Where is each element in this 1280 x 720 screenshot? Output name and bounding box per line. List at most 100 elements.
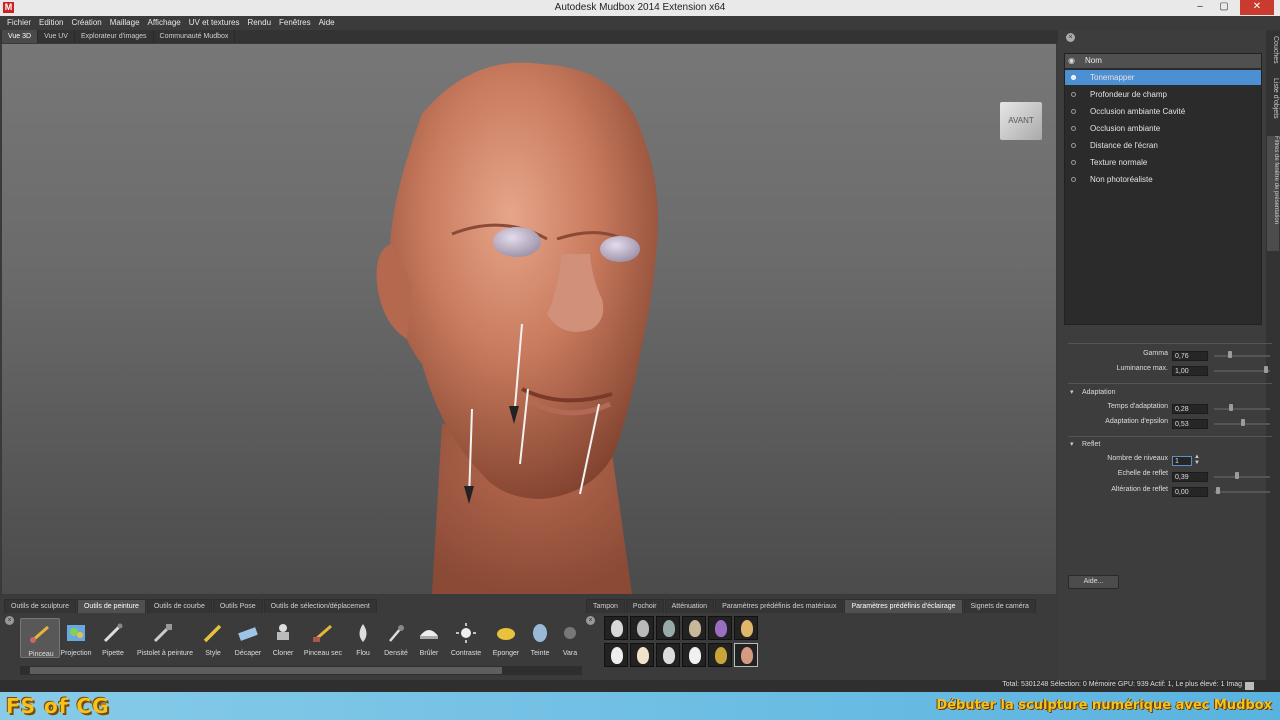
menu-bar: Fichier Edition Création Maillage Affich… (0, 16, 1280, 30)
tool-tray-scrollbar[interactable] (20, 666, 582, 675)
tab-materiaux[interactable]: Paramètres prédéfinis des matériaux (715, 599, 844, 613)
echelle-reflet-slider[interactable] (1214, 476, 1270, 478)
lighting-preset-thumbnail[interactable] (604, 643, 628, 667)
adaptation-epsilon-handle[interactable] (1241, 419, 1245, 426)
3d-viewport[interactable]: AVANT (2, 44, 1056, 594)
lighting-preset-thumbnail[interactable] (708, 643, 732, 667)
menu-affichage[interactable]: Affichage (144, 16, 185, 30)
collapse-triangle-icon[interactable]: ▾ (1070, 440, 1074, 448)
side-tab-filtres[interactable]: Filtres de fenêtre de présentation (1267, 136, 1279, 251)
toggle-dot-icon[interactable] (1071, 109, 1076, 114)
airbrush-icon (153, 624, 172, 643)
gamma-slider-handle[interactable] (1228, 351, 1232, 358)
nombre-niveaux-field[interactable]: 1 (1172, 456, 1192, 466)
tab-communaute-mudbox[interactable]: Communauté Mudbox (154, 30, 236, 43)
tool-pipette[interactable]: Pipette (93, 618, 133, 658)
maximize-icon[interactable]: ▢ (1212, 0, 1236, 15)
lighting-preset-thumbnail[interactable] (734, 616, 758, 640)
tab-outils-pose[interactable]: Outils Pose (212, 599, 263, 613)
gamma-slider[interactable] (1214, 355, 1270, 357)
menu-edition[interactable]: Edition (35, 16, 67, 30)
pencil-icon (203, 624, 222, 643)
tab-signets-camera[interactable]: Signets de caméra (963, 599, 1036, 613)
lighting-preset-thumbnail[interactable] (682, 643, 706, 667)
alteration-reflet-label: Altération de reflet (1111, 486, 1168, 493)
filter-item-non-photorealiste[interactable]: Non photoréaliste (1065, 172, 1261, 187)
menu-aide[interactable]: Aide (315, 16, 339, 30)
menu-creation[interactable]: Création (67, 16, 105, 30)
luminance-slider[interactable] (1214, 370, 1270, 372)
lighting-preset-thumbnail[interactable] (708, 616, 732, 640)
panel-close-icon[interactable]: × (1066, 33, 1075, 42)
echelle-reflet-field[interactable]: 0,39 (1172, 472, 1208, 482)
tab-outils-selection[interactable]: Outils de sélection/déplacement (263, 599, 377, 613)
toggle-dot-icon[interactable] (1071, 177, 1076, 182)
toggle-dot-icon[interactable] (1071, 75, 1076, 80)
menu-fichier[interactable]: Fichier (3, 16, 35, 30)
luminance-field[interactable]: 1,00 (1172, 366, 1208, 376)
menu-fenetres[interactable]: Fenêtres (275, 16, 315, 30)
lighting-preset-thumbnail-selected[interactable] (734, 643, 758, 667)
tray-close-icon[interactable]: × (5, 616, 14, 625)
close-icon[interactable]: ✕ (1240, 0, 1274, 15)
help-button[interactable]: Aide... (1068, 575, 1119, 589)
filter-item-profondeur[interactable]: Profondeur de champ (1065, 87, 1261, 102)
luminance-slider-handle[interactable] (1264, 366, 1268, 373)
adaptation-epsilon-field[interactable]: 0,53 (1172, 419, 1208, 429)
dry-brush-icon (313, 624, 332, 642)
eyedropper-icon (103, 623, 123, 643)
tab-attenuation[interactable]: Atténuation (664, 599, 715, 613)
menu-maillage[interactable]: Maillage (106, 16, 144, 30)
filter-item-distance[interactable]: Distance de l'écran (1065, 138, 1261, 153)
menu-rendu[interactable]: Rendu (243, 16, 275, 30)
tab-pochoir[interactable]: Pochoir (625, 599, 664, 613)
lighting-preset-thumbnail[interactable] (656, 616, 680, 640)
lighting-preset-thumbnail[interactable] (656, 643, 680, 667)
toggle-dot-icon[interactable] (1071, 143, 1076, 148)
gamma-field[interactable]: 0,76 (1172, 351, 1208, 361)
adaptation-section-title[interactable]: Adaptation (1082, 389, 1115, 396)
echelle-reflet-handle[interactable] (1235, 472, 1239, 479)
viewcube-icon[interactable]: AVANT (1000, 102, 1042, 140)
spinner-arrows-icon[interactable]: ▲ ▼ (1194, 454, 1200, 466)
column-name-header: Nom (1085, 56, 1102, 65)
alteration-reflet-slider[interactable] (1214, 491, 1270, 493)
filter-item-texture-normale[interactable]: Texture normale (1065, 155, 1261, 170)
toggle-dot-icon[interactable] (1071, 160, 1076, 165)
visibility-eye-icon[interactable]: ◉ (1068, 56, 1079, 65)
filter-item-occlusion[interactable]: Occlusion ambiante (1065, 121, 1261, 136)
luminance-label: Luminance max. (1116, 365, 1168, 372)
filter-item-occlusion-cavite[interactable]: Occlusion ambiante Cavité (1065, 104, 1261, 119)
side-tab-liste-objets[interactable]: Liste d'objets (1267, 78, 1279, 122)
side-tab-couches[interactable]: Couches (1267, 36, 1279, 68)
tab-eclairage[interactable]: Paramètres prédéfinis d'éclairage (844, 599, 963, 613)
tab-tampon[interactable]: Tampon (586, 599, 625, 613)
temps-adaptation-field[interactable]: 0,28 (1172, 404, 1208, 414)
tool-pistolet-peinture[interactable]: Pistolet à peinture (137, 618, 193, 658)
tab-outils-sculpture[interactable]: Outils de sculpture (4, 599, 76, 613)
toggle-dot-icon[interactable] (1071, 92, 1076, 97)
temps-adaptation-slider[interactable] (1214, 408, 1270, 410)
lighting-preset-thumbnail[interactable] (682, 616, 706, 640)
filter-item-tonemapper[interactable]: Tonemapper (1065, 70, 1261, 85)
lighting-preset-thumbnail[interactable] (630, 616, 654, 640)
menu-uv-textures[interactable]: UV et textures (185, 16, 244, 30)
collapse-triangle-icon[interactable]: ▾ (1070, 388, 1074, 396)
reflet-section-title[interactable]: Reflet (1082, 441, 1100, 448)
alteration-reflet-handle[interactable] (1216, 487, 1220, 494)
sculpted-head-model (376, 62, 658, 594)
tab-outils-peinture[interactable]: Outils de peinture (76, 599, 146, 613)
temps-adaptation-handle[interactable] (1229, 404, 1233, 411)
lighting-preset-thumbnail[interactable] (604, 616, 628, 640)
tab-explorateur-images[interactable]: Explorateur d'images (75, 30, 154, 43)
divider (1068, 383, 1272, 384)
tab-vue-3d[interactable]: Vue 3D (2, 30, 39, 43)
tool-vara[interactable]: Vara (550, 618, 590, 658)
lighting-preset-thumbnail[interactable] (630, 643, 654, 667)
tab-vue-uv[interactable]: Vue UV (38, 30, 75, 43)
minimize-icon[interactable]: – (1188, 0, 1212, 15)
alteration-reflet-field[interactable]: 0,00 (1172, 487, 1208, 497)
tab-outils-courbe[interactable]: Outils de courbe (146, 599, 212, 613)
toggle-dot-icon[interactable] (1071, 126, 1076, 131)
view-tabs: Vue 3D Vue UV Explorateur d'images Commu… (0, 30, 1058, 43)
